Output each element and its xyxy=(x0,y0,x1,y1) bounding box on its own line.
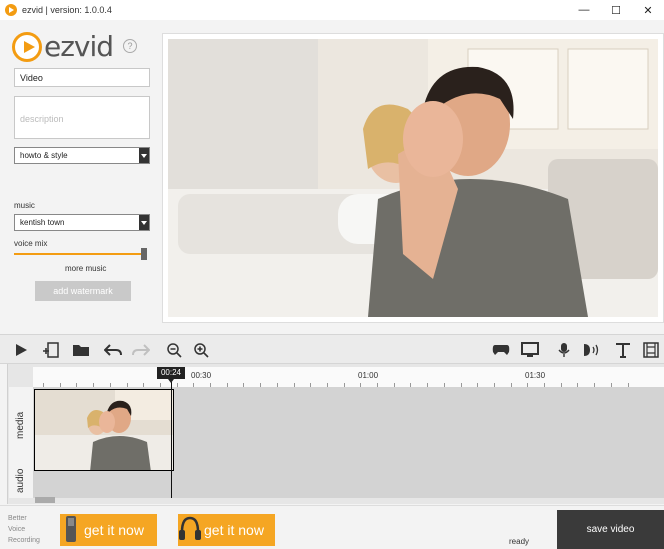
music-select-value: kentish town xyxy=(20,218,65,227)
editor-toolbar xyxy=(0,334,664,364)
zoom-in-icon[interactable] xyxy=(192,342,210,358)
window-title: ezvid | version: 1.0.0.4 xyxy=(22,5,112,15)
play-icon[interactable] xyxy=(12,342,30,358)
category-select[interactable]: howto & style xyxy=(14,147,150,164)
undo-icon[interactable] xyxy=(104,342,122,358)
playhead-time[interactable]: 00:24 xyxy=(157,367,185,383)
more-music-link[interactable]: more music xyxy=(65,264,106,273)
playhead-line[interactable] xyxy=(171,382,172,498)
maximize-button[interactable]: ☐ xyxy=(600,0,632,20)
redo-icon[interactable] xyxy=(132,342,150,358)
filmstrip-icon[interactable] xyxy=(642,342,660,358)
minimize-button[interactable]: — xyxy=(568,0,600,20)
track-labels: media audio xyxy=(9,387,33,498)
voice-mix-slider-track[interactable] xyxy=(14,253,147,255)
video-title-field[interactable]: Video xyxy=(14,68,150,87)
help-icon[interactable]: ? xyxy=(123,39,137,53)
audio-track-label: audio xyxy=(15,468,26,493)
chevron-down-icon xyxy=(139,215,149,230)
chevron-down-icon xyxy=(139,148,149,163)
save-video-button[interactable]: save video xyxy=(557,510,664,549)
promo-line: Better xyxy=(8,515,27,522)
voice-mix-slider-thumb[interactable] xyxy=(141,248,147,260)
preview-image xyxy=(168,39,658,317)
tick-label: 01:00 xyxy=(358,371,379,380)
get-it-now-headset-button[interactable]: get it now xyxy=(178,514,275,546)
media-track-label: media xyxy=(15,411,26,439)
close-button[interactable]: ✕ xyxy=(632,0,664,20)
ezvid-app-icon xyxy=(5,4,17,16)
headset-product-icon xyxy=(179,516,201,540)
video-preview xyxy=(168,39,658,317)
promo-line: Recording xyxy=(8,537,40,544)
screen-capture-icon[interactable] xyxy=(521,342,539,358)
ezvid-logo: ezvid xyxy=(12,30,114,63)
voice-synth-icon[interactable] xyxy=(582,342,600,358)
category-select-value: howto & style xyxy=(20,151,68,160)
ezvid-logo-icon xyxy=(12,31,42,62)
window-controls: — ☐ ✕ xyxy=(568,0,664,20)
get-it-now-label: get it now xyxy=(84,522,144,538)
open-folder-icon[interactable] xyxy=(72,342,90,358)
tick-label: 01:30 xyxy=(525,371,546,380)
music-label: music xyxy=(14,201,35,210)
zoom-out-icon[interactable] xyxy=(165,342,183,358)
voice-mix-label: voice mix xyxy=(14,239,48,248)
microphone-product-icon xyxy=(66,516,76,542)
timeline-ruler[interactable]: 00:30 01:00 01:30 xyxy=(33,367,664,387)
clip-thumbnail xyxy=(35,390,173,470)
media-clip[interactable] xyxy=(34,389,174,471)
title-bar: ezvid | version: 1.0.0.4 — ☐ ✕ xyxy=(0,0,664,20)
get-it-now-microphone-button[interactable]: get it now xyxy=(60,514,157,546)
app-window: ezvid | version: 1.0.0.4 — ☐ ✕ ezvid ? V… xyxy=(0,0,664,549)
music-select[interactable]: kentish town xyxy=(14,214,150,231)
status-text: ready xyxy=(509,537,530,546)
add-media-icon[interactable] xyxy=(42,342,60,358)
timeline-scrollbar[interactable] xyxy=(35,497,55,503)
gamepad-icon[interactable] xyxy=(492,342,510,358)
add-watermark-button[interactable]: add watermark xyxy=(35,281,131,301)
text-icon[interactable] xyxy=(614,342,632,358)
description-field[interactable]: description xyxy=(14,96,150,139)
microphone-icon[interactable] xyxy=(555,342,573,358)
tick-label: 00:30 xyxy=(191,371,212,380)
promo-text: Better Voice Recording xyxy=(8,513,48,546)
promo-line: Voice xyxy=(8,526,26,533)
logo-text: ezvid xyxy=(44,30,114,63)
get-it-now-label: get it now xyxy=(204,522,264,538)
